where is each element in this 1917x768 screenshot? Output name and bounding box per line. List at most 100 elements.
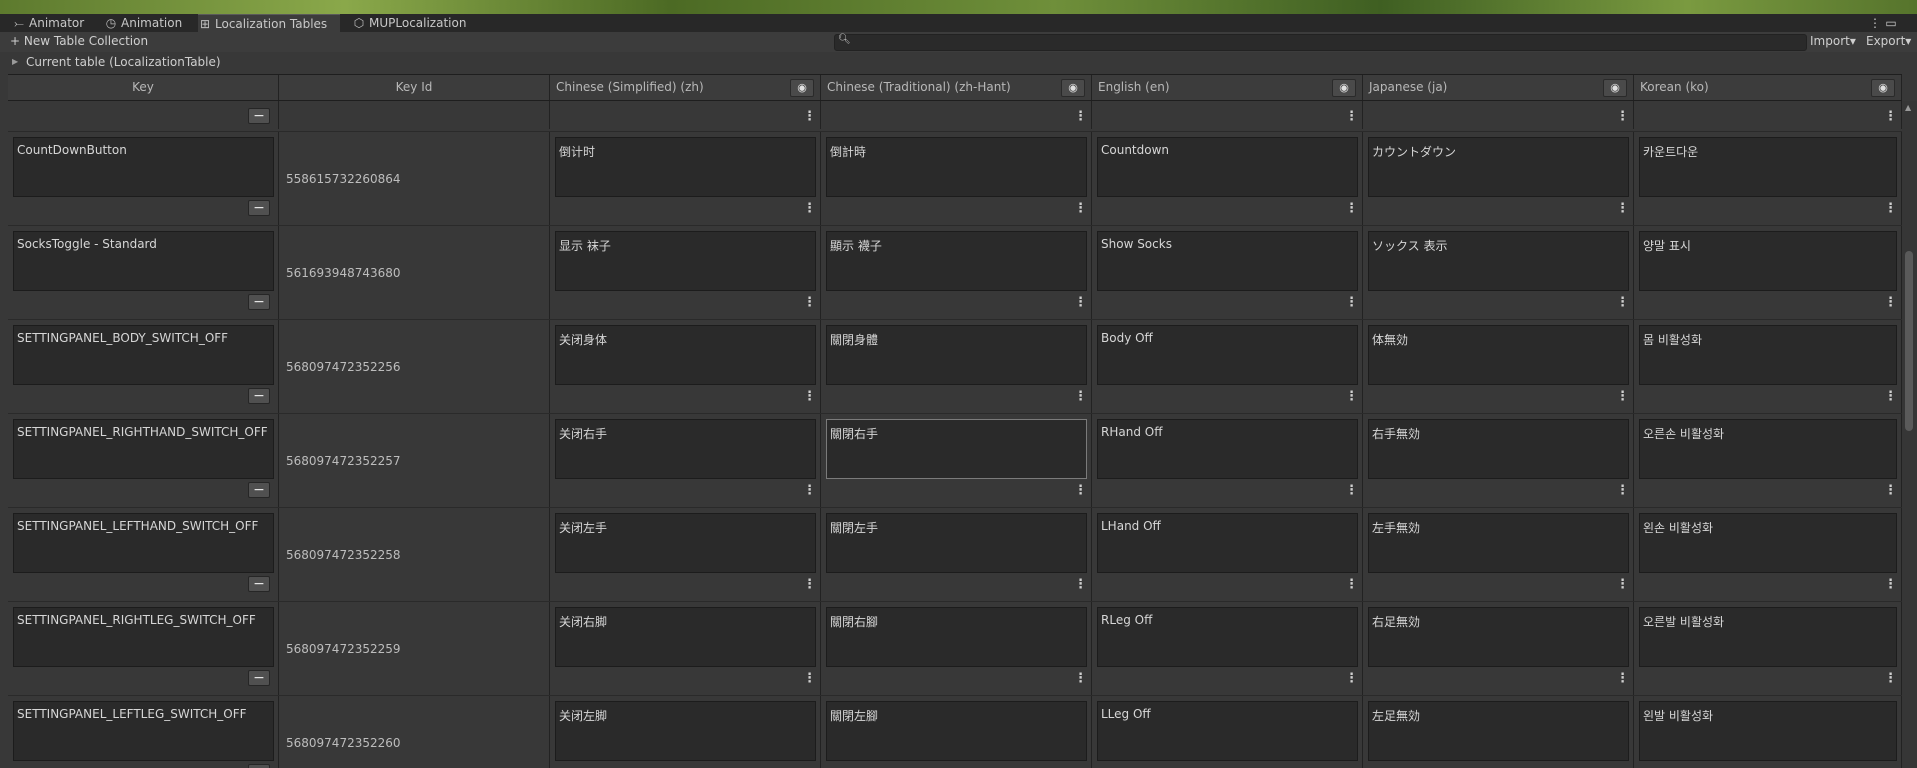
- more-options-icon[interactable]: ⋮: [1616, 577, 1629, 593]
- remove-entry-button[interactable]: −: [248, 764, 270, 768]
- translation-field-zh[interactable]: 关闭身体: [555, 325, 816, 385]
- export-dropdown[interactable]: Export▾: [1860, 33, 1917, 50]
- translation-field-ja[interactable]: カウントダウン: [1368, 137, 1629, 197]
- more-options-icon[interactable]: ⋮: [1074, 201, 1087, 217]
- translation-field-zh-hant[interactable]: 關閉左腳: [826, 701, 1087, 761]
- more-options-icon[interactable]: ⋮: [1884, 109, 1897, 125]
- maximize-icon[interactable]: ▭: [1884, 14, 1898, 32]
- remove-entry-button[interactable]: −: [248, 576, 270, 592]
- more-options-icon[interactable]: ⋮: [1345, 483, 1358, 499]
- more-options-icon[interactable]: ⋮: [803, 671, 816, 687]
- translation-field-zh[interactable]: 关闭右手: [555, 419, 816, 479]
- translation-field-ko[interactable]: 왼발 비활성화: [1639, 701, 1897, 761]
- more-options-icon[interactable]: ⋮: [1074, 577, 1087, 593]
- translation-field-zh-hant[interactable]: 倒計時: [826, 137, 1087, 197]
- column-header-en[interactable]: English (en) ◉: [1092, 75, 1363, 100]
- more-options-icon[interactable]: ⋮: [1616, 109, 1629, 125]
- translation-field-zh[interactable]: 显示 袜子: [555, 231, 816, 291]
- more-options-icon[interactable]: ⋮: [1345, 389, 1358, 405]
- translation-field-zh-hant[interactable]: 關閉右腳: [826, 607, 1087, 667]
- visibility-toggle-icon[interactable]: ◉: [1603, 79, 1627, 97]
- more-options-icon[interactable]: ⋮: [803, 295, 816, 311]
- remove-entry-button[interactable]: −: [248, 294, 270, 310]
- translation-field-en[interactable]: Body Off: [1097, 325, 1358, 385]
- more-options-icon[interactable]: ⋮: [1074, 109, 1087, 125]
- translation-field-zh[interactable]: 倒计时: [555, 137, 816, 197]
- new-table-collection-button[interactable]: + New Table Collection: [4, 33, 154, 50]
- translation-field-ja[interactable]: 右足無効: [1368, 607, 1629, 667]
- translation-field-ko[interactable]: 왼손 비활성화: [1639, 513, 1897, 573]
- more-options-icon[interactable]: ⋮: [803, 483, 816, 499]
- remove-entry-button[interactable]: −: [248, 482, 270, 498]
- more-options-icon[interactable]: ⋮: [1345, 671, 1358, 687]
- key-field[interactable]: CountDownButton: [13, 137, 274, 197]
- window-menu-icon[interactable]: ⋮: [1868, 14, 1882, 32]
- more-options-icon[interactable]: ⋮: [1616, 483, 1629, 499]
- more-options-icon[interactable]: ⋮: [803, 577, 816, 593]
- column-header-key[interactable]: Key: [8, 75, 279, 100]
- more-options-icon[interactable]: ⋮: [803, 389, 816, 405]
- more-options-icon[interactable]: ⋮: [1074, 389, 1087, 405]
- tab-muplocalization[interactable]: ⬡ MUPLocalization: [352, 14, 482, 32]
- translation-field-zh-hant[interactable]: 顯示 襪子: [826, 231, 1087, 291]
- key-field[interactable]: SETTINGPANEL_LEFTLEG_SWITCH_OFF: [13, 701, 274, 761]
- more-options-icon[interactable]: ⋮: [1884, 295, 1897, 311]
- translation-field-zh-hant[interactable]: 關閉身體: [826, 325, 1087, 385]
- scroll-up-icon[interactable]: ▲: [1905, 103, 1911, 112]
- remove-entry-button[interactable]: −: [248, 200, 270, 216]
- more-options-icon[interactable]: ⋮: [1074, 671, 1087, 687]
- tab-animator[interactable]: ⤚ Animator: [12, 14, 84, 32]
- more-options-icon[interactable]: ⋮: [1345, 109, 1358, 125]
- translation-field-en[interactable]: Show Socks: [1097, 231, 1358, 291]
- visibility-toggle-icon[interactable]: ◉: [1332, 79, 1356, 97]
- visibility-toggle-icon[interactable]: ◉: [1061, 79, 1085, 97]
- more-options-icon[interactable]: ⋮: [1345, 295, 1358, 311]
- translation-field-ja[interactable]: 左手無効: [1368, 513, 1629, 573]
- translation-field-zh[interactable]: 关闭左手: [555, 513, 816, 573]
- translation-field-zh[interactable]: 关闭右脚: [555, 607, 816, 667]
- remove-entry-button[interactable]: −: [248, 388, 270, 404]
- more-options-icon[interactable]: ⋮: [1345, 577, 1358, 593]
- more-options-icon[interactable]: ⋮: [1616, 671, 1629, 687]
- vertical-scrollbar[interactable]: ▲: [1902, 101, 1917, 768]
- more-options-icon[interactable]: ⋮: [1884, 201, 1897, 217]
- scrollbar-thumb[interactable]: [1905, 251, 1913, 431]
- key-field[interactable]: SETTINGPANEL_RIGHTHAND_SWITCH_OFF: [13, 419, 274, 479]
- column-header-ja[interactable]: Japanese (ja) ◉: [1363, 75, 1634, 100]
- translation-field-ko[interactable]: 양말 표시: [1639, 231, 1897, 291]
- translation-field-ja[interactable]: 左足無効: [1368, 701, 1629, 761]
- translation-field-en[interactable]: RHand Off: [1097, 419, 1358, 479]
- tab-animation[interactable]: ◷ Animation: [104, 14, 194, 32]
- more-options-icon[interactable]: ⋮: [1345, 201, 1358, 217]
- more-options-icon[interactable]: ⋮: [803, 201, 816, 217]
- translation-field-ja[interactable]: 体無効: [1368, 325, 1629, 385]
- remove-entry-button[interactable]: −: [248, 108, 270, 124]
- more-options-icon[interactable]: ⋮: [1616, 389, 1629, 405]
- more-options-icon[interactable]: ⋮: [1074, 483, 1087, 499]
- key-field[interactable]: SocksToggle - Standard: [13, 231, 274, 291]
- more-options-icon[interactable]: ⋮: [1884, 483, 1897, 499]
- key-field[interactable]: SETTINGPANEL_RIGHTLEG_SWITCH_OFF: [13, 607, 274, 667]
- search-field[interactable]: 🔍︎: [834, 34, 1807, 51]
- key-field[interactable]: SETTINGPANEL_LEFTHAND_SWITCH_OFF: [13, 513, 274, 573]
- translation-field-ko[interactable]: 카운트다운: [1639, 137, 1897, 197]
- search-input[interactable]: [851, 35, 1799, 50]
- translation-field-ja[interactable]: ソックス 表示: [1368, 231, 1629, 291]
- current-table-foldout[interactable]: ▶ Current table (LocalizationTable): [0, 52, 1917, 72]
- translation-field-ko[interactable]: 몸 비활성화: [1639, 325, 1897, 385]
- translation-field-ja[interactable]: 右手無効: [1368, 419, 1629, 479]
- more-options-icon[interactable]: ⋮: [1616, 201, 1629, 217]
- visibility-toggle-icon[interactable]: ◉: [1871, 79, 1895, 97]
- more-options-icon[interactable]: ⋮: [1884, 577, 1897, 593]
- foldout-arrow-icon[interactable]: ▶: [12, 52, 18, 72]
- translation-field-zh[interactable]: 关闭左脚: [555, 701, 816, 761]
- translation-field-zh-hant[interactable]: 關閉左手: [826, 513, 1087, 573]
- more-options-icon[interactable]: ⋮: [803, 109, 816, 125]
- column-header-key-id[interactable]: Key Id: [279, 75, 550, 100]
- translation-field-zh-hant[interactable]: 關閉右手: [826, 419, 1087, 479]
- more-options-icon[interactable]: ⋮: [1074, 295, 1087, 311]
- column-header-ko[interactable]: Korean (ko) ◉: [1634, 75, 1902, 100]
- visibility-toggle-icon[interactable]: ◉: [790, 79, 814, 97]
- remove-entry-button[interactable]: −: [248, 670, 270, 686]
- translation-field-ko[interactable]: 오른손 비활성화: [1639, 419, 1897, 479]
